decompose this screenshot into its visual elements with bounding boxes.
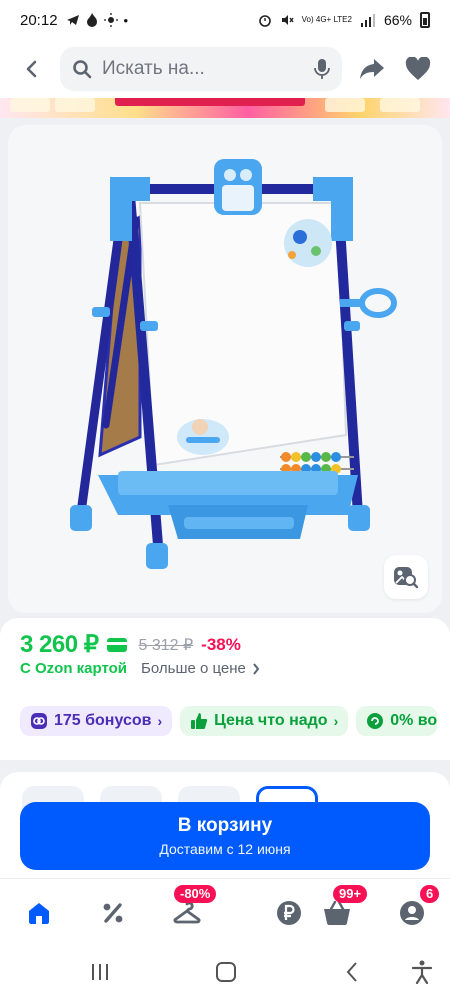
good-price-chip[interactable]: Цена что надо › [180, 706, 349, 736]
dot-icon: • [123, 12, 129, 28]
alarm-icon [258, 15, 271, 27]
accessibility-icon [411, 960, 433, 984]
status-notification-icons: • [66, 12, 129, 28]
search-placeholder: Искать на... [102, 58, 205, 79]
fire-icon [86, 13, 97, 27]
back-chevron-icon [346, 962, 357, 982]
add-to-cart-label: В корзину [177, 815, 273, 836]
discount-badge: -38% [201, 634, 241, 654]
more-about-price-label: Больше о цене [141, 660, 246, 677]
ozon-card-row: С Ozon картой Больше о цене [20, 660, 260, 677]
percent-icon [103, 903, 123, 923]
status-bar: 20:12 • Vo) 4G+ LTE2 66% [0, 0, 450, 40]
top-nav: Искать на... [0, 40, 450, 98]
back-button[interactable] [14, 51, 50, 87]
ruble-icon [277, 901, 301, 925]
cart-count-badge: 99+ [333, 885, 368, 903]
hanger-icon [173, 901, 201, 924]
share-icon [360, 59, 384, 79]
promo-tile [10, 98, 50, 112]
favorite-button[interactable] [400, 51, 436, 87]
chevron-right-icon [253, 662, 260, 675]
search-icon [73, 60, 92, 79]
bottom-tab-bar: -80% 99+ 6 [0, 878, 450, 942]
home-square-icon [216, 962, 236, 982]
profile-icon [400, 901, 424, 925]
old-price: 5 312 ₽ [138, 636, 194, 654]
installment-icon [367, 713, 384, 729]
bonus-icon [31, 713, 47, 729]
promo-tile [325, 98, 365, 112]
chevron-right-icon: › [333, 713, 339, 729]
tab-finance[interactable] [269, 893, 309, 933]
sale-badge: -80% [174, 885, 217, 903]
product-image-easel [70, 159, 397, 569]
battery-percent: 66% [383, 12, 412, 28]
home-system-button[interactable] [212, 958, 240, 986]
installment-chip[interactable]: 0% во [356, 706, 438, 736]
benefit-chips: 175 бонусов › Цена что надо › 0% во [20, 706, 438, 736]
similar-search-icon [394, 567, 419, 589]
add-to-cart-button[interactable]: В корзину Доставим с 12 июня [20, 802, 430, 870]
ozon-card-label: С Ozon картой [20, 660, 128, 677]
search-input[interactable]: Искать на... [60, 47, 342, 91]
card-icon [106, 637, 127, 652]
chevron-right-icon: › [157, 713, 163, 729]
product-image-card[interactable] [8, 125, 442, 613]
mic-icon[interactable] [314, 58, 330, 80]
telegram-icon [66, 15, 79, 25]
price-section: 3 260 ₽ 5 312 ₽ -38% С Ozon картой Больш… [0, 618, 450, 760]
current-price: 3 260 ₽ [20, 631, 99, 658]
tab-discounts[interactable] [93, 893, 133, 933]
price-row: 3 260 ₽ 5 312 ₽ -38% [20, 630, 241, 659]
profile-notification-badge: 6 [420, 885, 440, 903]
find-similar-button[interactable] [384, 555, 428, 599]
bonus-chip-label: 175 бонусов [54, 712, 152, 729]
battery-icon [420, 12, 430, 28]
cart-icon [324, 900, 350, 925]
recent-apps-icon [92, 964, 108, 980]
installment-chip-label: 0% во [390, 712, 438, 729]
tab-home[interactable] [19, 893, 59, 933]
status-time: 20:12 [20, 11, 58, 29]
promo-banner-strip[interactable] [0, 98, 450, 118]
heart-icon [405, 57, 431, 80]
good-price-chip-label: Цена что надо [214, 712, 328, 729]
thumbs-up-icon [191, 713, 208, 729]
promo-tile [380, 98, 420, 112]
mute-icon [281, 15, 294, 25]
accessibility-button[interactable] [408, 958, 436, 986]
more-about-price-link[interactable]: Больше о цене [141, 660, 260, 677]
back-arrow-icon [26, 60, 37, 78]
network-indicator: Vo) 4G+ LTE2 [301, 15, 352, 24]
home-icon [29, 903, 49, 924]
promo-bar [115, 98, 305, 106]
signal-icon [360, 14, 375, 27]
delivery-date: Доставим с 12 июня [159, 841, 291, 857]
sun-icon [103, 13, 118, 27]
promo-tile [55, 98, 95, 112]
system-navigation-bar [0, 942, 450, 1000]
status-right: Vo) 4G+ LTE2 66% [258, 12, 430, 28]
share-button[interactable] [354, 51, 390, 87]
back-system-button[interactable] [338, 958, 366, 986]
bonus-chip[interactable]: 175 бонусов › [20, 706, 173, 736]
recent-apps-button[interactable] [86, 958, 114, 986]
